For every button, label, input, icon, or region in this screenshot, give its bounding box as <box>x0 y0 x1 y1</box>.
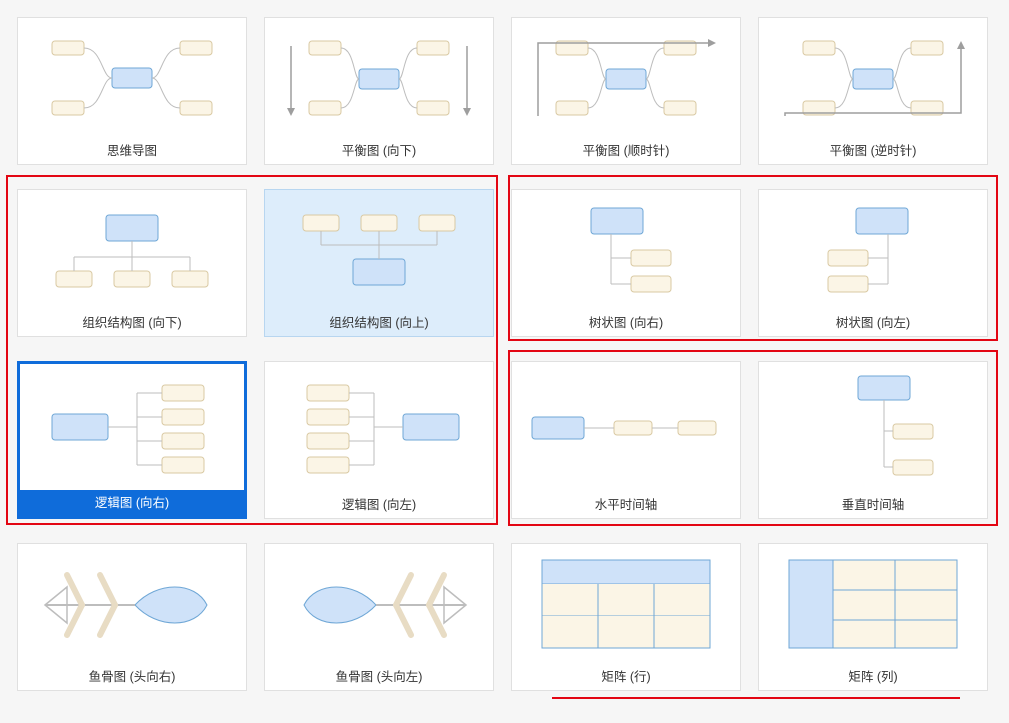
layout-tile-fish-left[interactable]: 鱼骨图 (头向左) <box>264 543 494 691</box>
layout-tile-logic-right[interactable]: 逻辑图 (向右) <box>17 361 247 519</box>
thumb-matrix-row <box>512 544 740 664</box>
layout-picker: 思维导图 平衡图 (向下) <box>0 0 1009 723</box>
thumb-fish-left <box>265 544 493 664</box>
thumb-matrix-col <box>759 544 987 664</box>
thumb-mindmap <box>18 18 246 138</box>
layout-tile-matrix-row[interactable]: 矩阵 (行) <box>511 543 741 691</box>
thumb-logic-left <box>265 362 493 492</box>
caption: 树状图 (向右) <box>512 310 740 336</box>
layout-tile-mindmap[interactable]: 思维导图 <box>17 17 247 165</box>
caption: 平衡图 (向下) <box>265 138 493 164</box>
caption: 鱼骨图 (头向右) <box>18 664 246 690</box>
layout-tile-logic-left[interactable]: 逻辑图 (向左) <box>264 361 494 519</box>
layout-tile-org-down[interactable]: 组织结构图 (向下) <box>17 189 247 337</box>
caption: 矩阵 (列) <box>759 664 987 690</box>
thumb-timeline-v <box>759 362 987 492</box>
caption: 逻辑图 (向右) <box>20 490 244 516</box>
thumb-balanced-down <box>265 18 493 138</box>
thumb-tree-right <box>512 190 740 310</box>
thumb-org-up <box>265 190 493 310</box>
thumb-org-down <box>18 190 246 310</box>
thumb-tree-left <box>759 190 987 310</box>
caption: 平衡图 (顺时针) <box>512 138 740 164</box>
thumb-timeline-h <box>512 362 740 492</box>
layout-tile-balanced-down[interactable]: 平衡图 (向下) <box>264 17 494 165</box>
thumb-logic-right <box>20 364 244 490</box>
layout-tile-timeline-v[interactable]: 垂直时间轴 <box>758 361 988 519</box>
caption: 树状图 (向左) <box>759 310 987 336</box>
annotation-underline <box>552 697 960 699</box>
layout-tile-tree-left[interactable]: 树状图 (向左) <box>758 189 988 337</box>
caption: 逻辑图 (向左) <box>265 492 493 518</box>
caption: 水平时间轴 <box>512 492 740 518</box>
layout-tile-tree-right[interactable]: 树状图 (向右) <box>511 189 741 337</box>
layout-tile-fish-right[interactable]: 鱼骨图 (头向右) <box>17 543 247 691</box>
caption: 鱼骨图 (头向左) <box>265 664 493 690</box>
thumb-fish-right <box>18 544 246 664</box>
caption: 平衡图 (逆时针) <box>759 138 987 164</box>
caption: 垂直时间轴 <box>759 492 987 518</box>
caption: 组织结构图 (向下) <box>18 310 246 336</box>
layout-tile-matrix-col[interactable]: 矩阵 (列) <box>758 543 988 691</box>
layout-tile-timeline-h[interactable]: 水平时间轴 <box>511 361 741 519</box>
caption: 组织结构图 (向上) <box>265 310 493 336</box>
thumb-balanced-ccw <box>759 18 987 138</box>
layout-tile-balanced-ccw[interactable]: 平衡图 (逆时针) <box>758 17 988 165</box>
thumb-balanced-cw <box>512 18 740 138</box>
caption: 矩阵 (行) <box>512 664 740 690</box>
caption: 思维导图 <box>18 138 246 164</box>
layout-tile-org-up[interactable]: 组织结构图 (向上) <box>264 189 494 337</box>
layout-tile-balanced-cw[interactable]: 平衡图 (顺时针) <box>511 17 741 165</box>
